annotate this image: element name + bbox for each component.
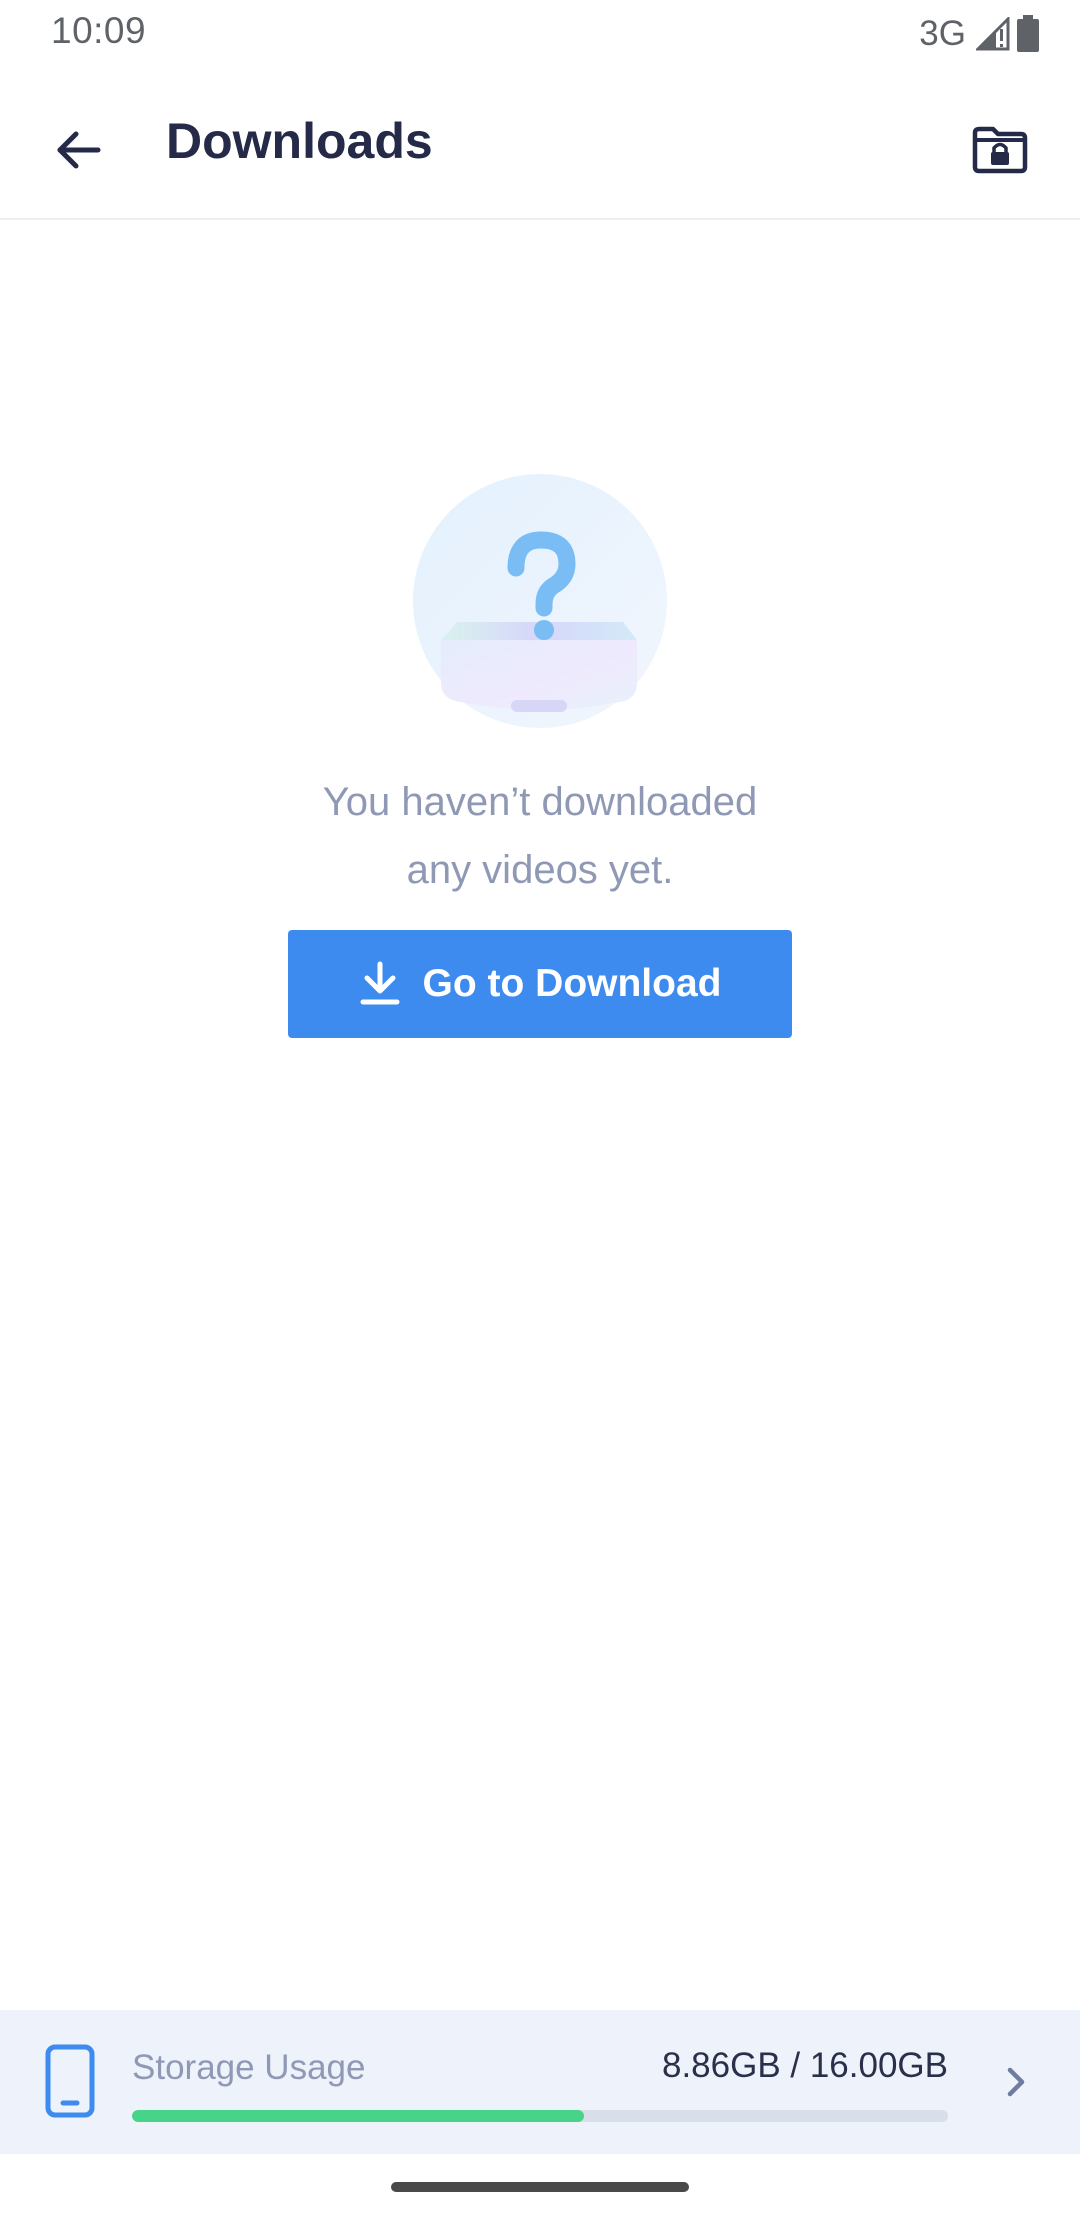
phone-icon (45, 2044, 95, 2118)
go-to-download-label: Go to Download (422, 962, 722, 1005)
gesture-navigation-handle[interactable] (391, 2182, 689, 2192)
status-indicators: 3G (919, 12, 1040, 56)
storage-value: 8.86GB / 16.00GB (661, 2046, 948, 2085)
private-folder-button[interactable] (958, 108, 1042, 192)
storage-progress-bar (132, 2110, 948, 2122)
app-bar: Downloads (0, 66, 1080, 220)
download-icon (360, 961, 400, 1005)
storage-details-chevron[interactable] (996, 2062, 1036, 2102)
network-type: 3G (919, 14, 966, 53)
locked-folder-icon (972, 126, 1028, 174)
battery-icon (1017, 15, 1039, 52)
status-bar: 10:09 3G (0, 0, 1080, 66)
go-to-download-button[interactable]: Go to Download (288, 930, 792, 1038)
storage-progress-fill (132, 2110, 585, 2122)
signal-icon (976, 17, 1010, 51)
empty-box-question-icon (413, 474, 667, 728)
empty-illustration (413, 474, 667, 728)
empty-message: You haven’t downloaded any videos yet. (190, 768, 890, 904)
empty-message-line1: You haven’t downloaded (322, 780, 758, 824)
storage-usage-panel[interactable]: Storage Usage 8.86GB / 16.00GB (0, 2010, 1080, 2154)
back-arrow-icon (57, 131, 101, 169)
status-time: 10:09 (51, 10, 147, 51)
downloads-screen: 10:09 3G Downloads You haven’t downloade… (0, 0, 1080, 2220)
chevron-right-icon (1007, 2067, 1025, 2097)
page-title: Downloads (166, 113, 433, 169)
back-button[interactable] (36, 108, 120, 192)
empty-message-line2: any videos yet. (406, 848, 674, 892)
storage-label: Storage Usage (132, 2048, 366, 2087)
